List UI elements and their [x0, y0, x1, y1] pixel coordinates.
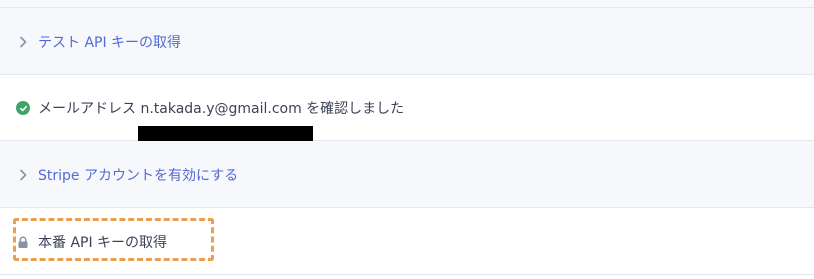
step-get-live-api-keys-item: 本番 API キーの取得: [16, 232, 167, 252]
top-strip: [0, 0, 814, 8]
step-activate-account-link[interactable]: Stripe アカウントを有効にする: [16, 165, 238, 185]
step-label: Stripe アカウントを有効にする: [38, 168, 239, 184]
check-circle-icon: [16, 101, 30, 115]
step-label: メールアドレス n.takada.y@gmail.com を確認しました: [38, 101, 405, 117]
step-get-test-api-keys[interactable]: テスト API キーの取得: [0, 8, 814, 75]
step-label: テスト API キーの取得: [38, 35, 182, 51]
step-email-verified-item: メールアドレス n.takada.y@gmail.com を確認しました: [16, 98, 404, 118]
chevron-right-icon: [16, 168, 30, 182]
chevron-right-icon: [16, 35, 30, 49]
step-get-live-api-keys: 本番 API キーの取得: [0, 208, 814, 275]
lock-icon: [16, 235, 30, 249]
step-label: 本番 API キーの取得: [38, 235, 168, 251]
step-email-verified: メールアドレス n.takada.y@gmail.com を確認しました: [0, 75, 814, 148]
step-get-test-api-keys-link[interactable]: テスト API キーの取得: [16, 32, 181, 52]
step-activate-account[interactable]: Stripe アカウントを有効にする: [0, 141, 814, 208]
